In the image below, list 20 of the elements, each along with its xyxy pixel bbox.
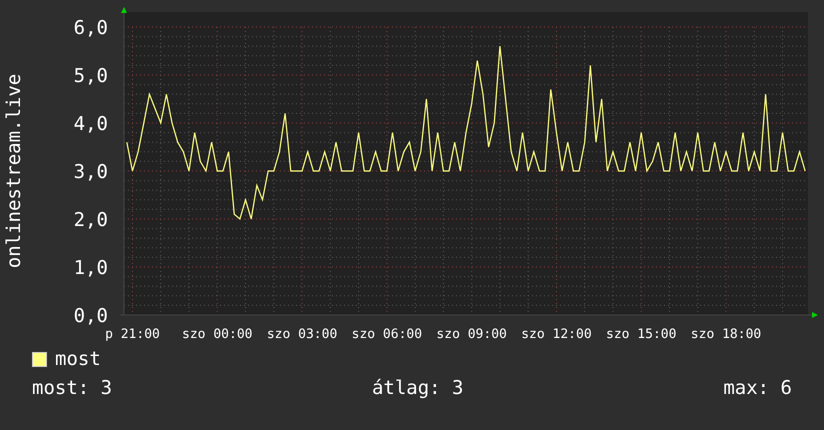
y-tick-label: 4,0 (74, 113, 108, 135)
x-tick-label: szo 09:00 (436, 327, 507, 342)
y-tick-label: 2,0 (74, 209, 108, 231)
legend-label: most (55, 348, 101, 370)
y-axis-title: onlinestream.live (3, 74, 25, 268)
x-tick-label: szo 06:00 (352, 327, 422, 342)
stat-text: max: 6 (723, 377, 792, 399)
x-tick-label: szo 18:00 (690, 327, 762, 342)
y-tick-label: 6,0 (74, 17, 108, 39)
stat-text: átlag: 3 (372, 377, 464, 399)
x-tick-label: szo 03:00 (266, 327, 338, 342)
x-tick-label: szo 12:00 (521, 327, 592, 342)
x-tick-label: szo 15:00 (606, 327, 676, 342)
x-tick-label: p 21:00 (105, 327, 160, 342)
y-tick-label: 0,0 (74, 305, 108, 327)
x-tick-label: szo 00:00 (182, 327, 252, 342)
stat-text: most: 3 (32, 377, 112, 399)
y-tick-label: 3,0 (74, 161, 108, 183)
y-tick-label: 5,0 (74, 65, 108, 87)
y-tick-label: 1,0 (74, 257, 108, 279)
